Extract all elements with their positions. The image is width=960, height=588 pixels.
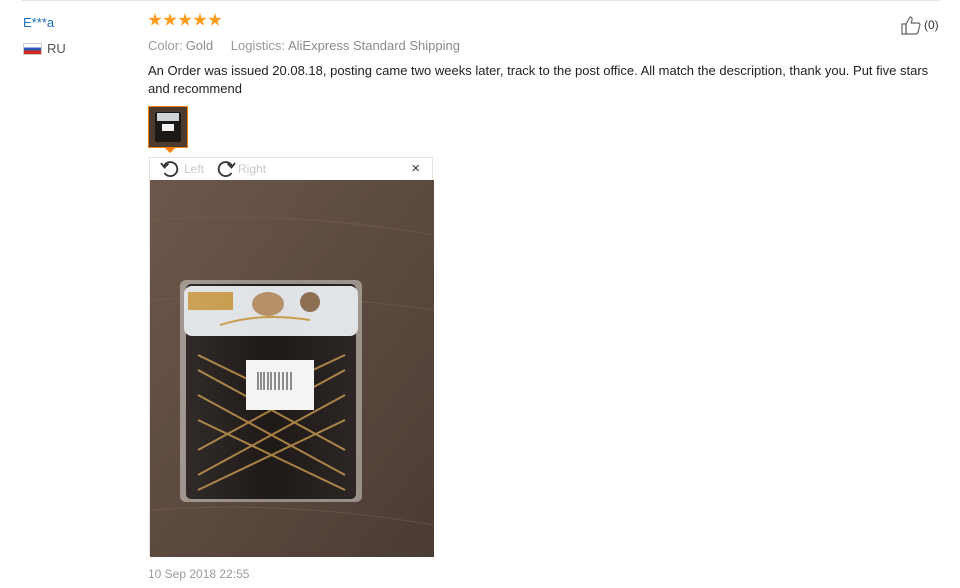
thumbnail-active-caret [164, 147, 176, 153]
property-value: Gold [185, 38, 214, 53]
viewer-toolbar: Left Right × [150, 158, 432, 180]
thumbnail-image [149, 107, 187, 147]
helpful-count: (0) [924, 18, 939, 32]
helpful-button[interactable]: (0) [900, 15, 939, 35]
star-icon [193, 13, 207, 26]
review-date: 10 Sep 2018 22:55 [148, 567, 250, 581]
country-code: RU [47, 41, 66, 56]
star-icon [208, 13, 222, 26]
close-icon[interactable]: × [411, 161, 420, 177]
star-icon [148, 13, 162, 26]
property-logistics: Logistics: AliExpress Standard Shipping [231, 38, 460, 53]
review-photo [150, 180, 434, 557]
rotate-left-label: Left [184, 162, 205, 176]
property-color: Color: Gold [148, 38, 217, 53]
property-key: Logistics: [230, 38, 285, 53]
buyer-country: RU [23, 41, 66, 56]
russia-flag-icon [23, 42, 42, 55]
property-value: AliExpress Standard Shipping [287, 38, 460, 53]
star-icon [163, 13, 177, 26]
review-photo-thumbnail[interactable] [148, 106, 188, 148]
star-icon [178, 13, 192, 26]
photo-viewer: Left Right × [149, 157, 434, 557]
feedback-text: An Order was issued 20.08.18, posting ca… [148, 63, 929, 96]
buyer-name-link[interactable]: E***a [23, 15, 54, 30]
rotate-right-label: Right [238, 162, 267, 176]
top-divider [22, 0, 940, 1]
property-key: Color: [148, 38, 183, 53]
rotate-right-icon [217, 161, 236, 177]
rating-stars [148, 13, 223, 27]
thumbs-up-icon [901, 16, 921, 35]
rotate-left-icon [160, 161, 179, 177]
order-properties: Color: Gold Logistics: AliExpress Standard… [148, 38, 474, 53]
rotate-left-button[interactable]: Left [160, 160, 204, 178]
rotate-right-button[interactable]: Right [214, 160, 266, 178]
